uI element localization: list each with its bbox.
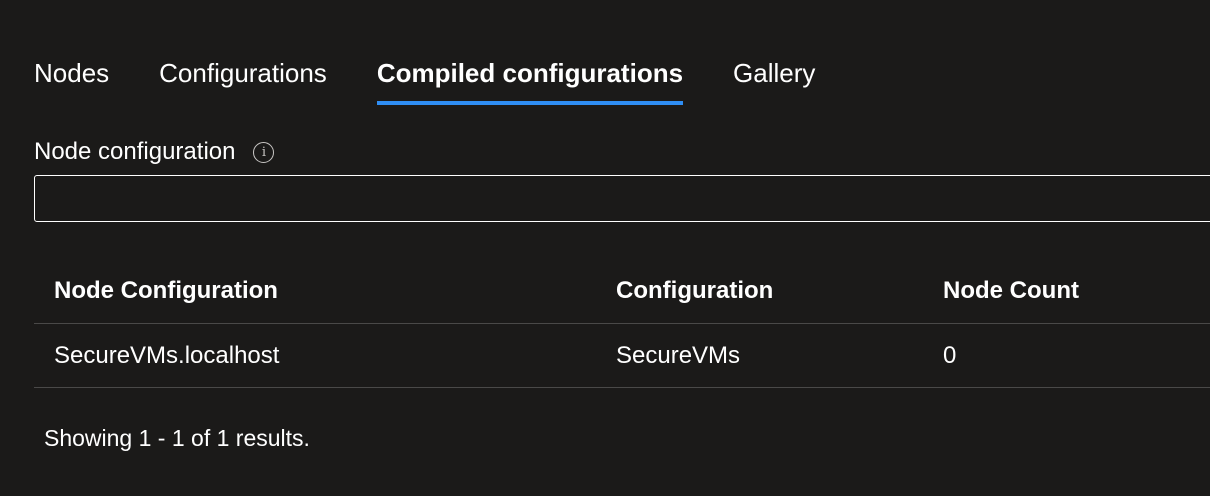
cell-node-configuration[interactable]: SecureVMs.localhost — [54, 340, 279, 372]
tab-configurations[interactable]: Configurations — [159, 56, 327, 90]
tab-compiled-configurations[interactable]: Compiled configurations — [376, 56, 684, 105]
node-configuration-filter-input[interactable] — [34, 175, 1210, 222]
results-summary: Showing 1 - 1 of 1 results. — [44, 425, 310, 451]
tab-nodes[interactable]: Nodes — [34, 56, 109, 90]
cell-configuration: SecureVMs — [616, 341, 741, 369]
column-header-node-count[interactable]: Node Count — [943, 275, 1079, 307]
node-configuration-label-row: Node configuration i — [34, 136, 275, 168]
table-row[interactable]: SecureVMs.localhost SecureVMs 0 — [34, 324, 1210, 388]
compiled-configurations-table: Node Configuration Configuration Node Co… — [34, 258, 1210, 388]
table-header-row: Node Configuration Configuration Node Co… — [34, 258, 1210, 324]
column-header-node-configuration[interactable]: Node Configuration — [54, 275, 278, 307]
cell-node-count: 0 — [943, 341, 957, 369]
tab-gallery[interactable]: Gallery — [733, 56, 815, 90]
info-icon[interactable]: i — [253, 141, 275, 163]
column-header-configuration[interactable]: Configuration — [616, 275, 773, 307]
compiled-configurations-page: Nodes Configurations Compiled configurat… — [0, 0, 1210, 496]
node-configuration-label: Node configuration — [34, 138, 236, 165]
tab-bar: Nodes Configurations Compiled configurat… — [34, 56, 865, 106]
